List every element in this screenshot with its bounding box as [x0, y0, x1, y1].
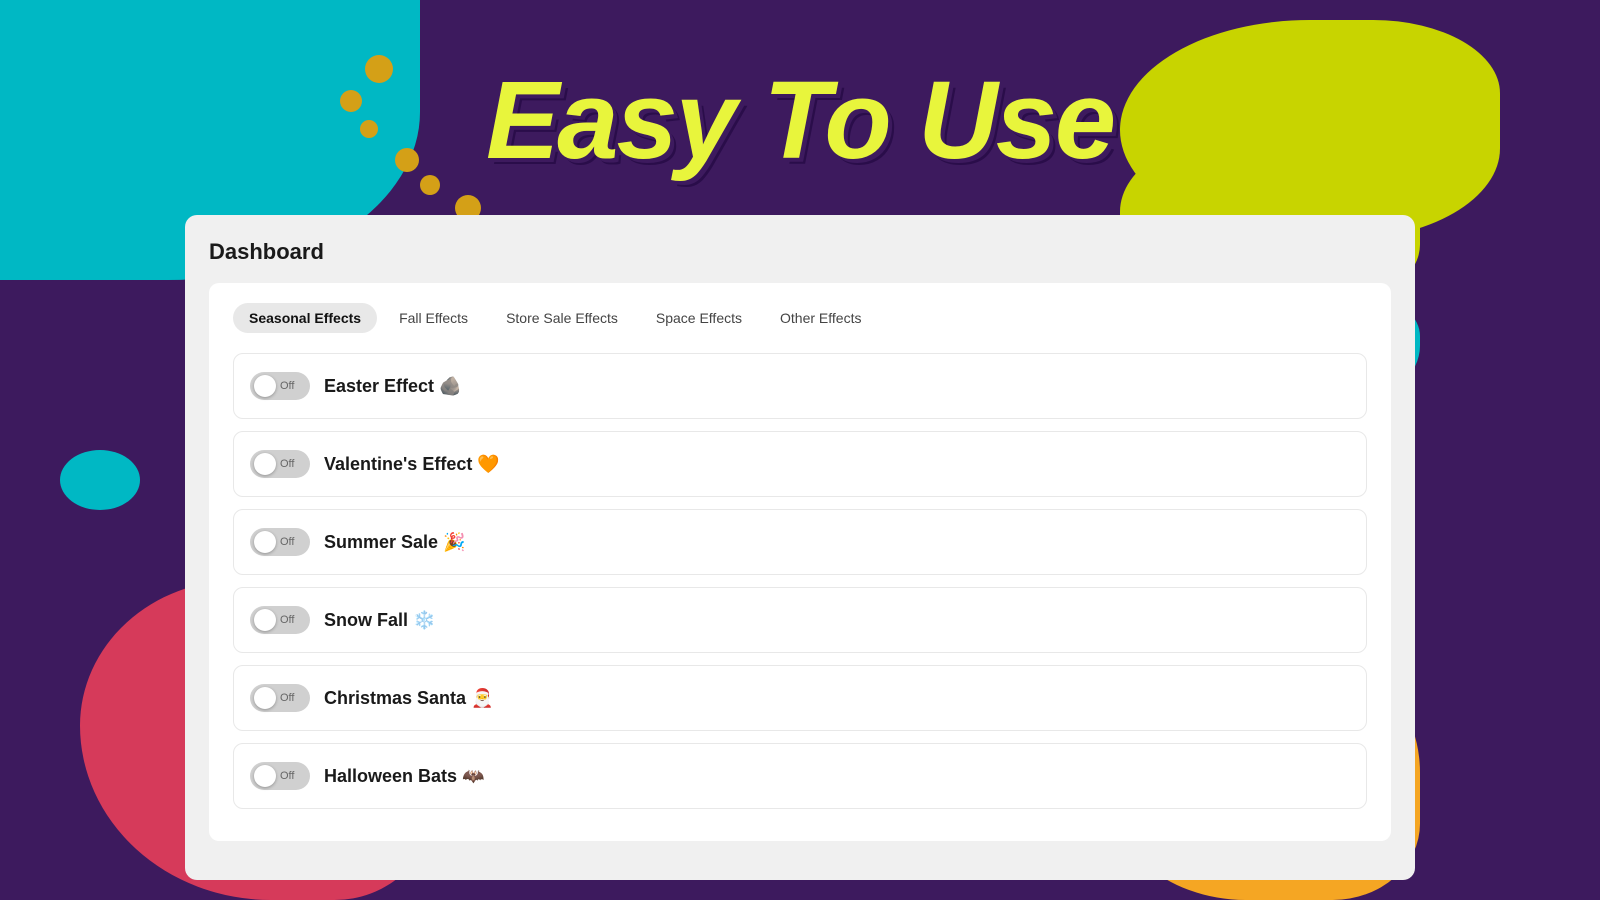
effect-row-snow-fall: Off Snow Fall ❄️	[233, 587, 1367, 653]
toggle-christmas-santa[interactable]: Off	[250, 684, 310, 712]
toggle-knob-christmas-santa	[254, 687, 276, 709]
toggle-label-summer-sale: Off	[280, 536, 294, 548]
effects-card: Seasonal Effects Fall Effects Store Sale…	[209, 283, 1391, 841]
effect-name-summer-sale: Summer Sale 🎉	[324, 532, 465, 553]
hero-title: Easy To Use	[486, 57, 1114, 184]
toggle-label-snow-fall: Off	[280, 614, 294, 626]
toggle-knob-easter	[254, 375, 276, 397]
tab-store-sale-effects[interactable]: Store Sale Effects	[490, 303, 634, 333]
toggle-label-valentines: Off	[280, 458, 294, 470]
tabs-container: Seasonal Effects Fall Effects Store Sale…	[233, 303, 1367, 333]
toggle-knob-summer-sale	[254, 531, 276, 553]
effect-name-valentines: Valentine's Effect 🧡	[324, 454, 500, 475]
effect-name-snow-fall: Snow Fall ❄️	[324, 610, 435, 631]
toggle-snow-fall[interactable]: Off	[250, 606, 310, 634]
dashboard-panel: Dashboard Seasonal Effects Fall Effects …	[185, 215, 1415, 880]
bg-blob-teal-left-mid	[60, 450, 140, 510]
toggle-label-halloween-bats: Off	[280, 770, 294, 782]
toggle-summer-sale[interactable]: Off	[250, 528, 310, 556]
effect-name-halloween-bats: Halloween Bats 🦇	[324, 766, 484, 787]
toggle-knob-halloween-bats	[254, 765, 276, 787]
toggle-easter[interactable]: Off	[250, 372, 310, 400]
effects-list: Off Easter Effect 🪨 Off Valentine's Effe…	[233, 353, 1367, 809]
effect-row-summer-sale: Off Summer Sale 🎉	[233, 509, 1367, 575]
toggle-valentines[interactable]: Off	[250, 450, 310, 478]
tab-space-effects[interactable]: Space Effects	[640, 303, 758, 333]
effect-name-easter: Easter Effect 🪨	[324, 376, 461, 397]
toggle-label-christmas-santa: Off	[280, 692, 294, 704]
toggle-knob-snow-fall	[254, 609, 276, 631]
effect-row-easter: Off Easter Effect 🪨	[233, 353, 1367, 419]
effect-name-christmas-santa: Christmas Santa 🎅	[324, 688, 493, 709]
effect-row-christmas-santa: Off Christmas Santa 🎅	[233, 665, 1367, 731]
tab-fall-effects[interactable]: Fall Effects	[383, 303, 484, 333]
dashboard-title: Dashboard	[209, 239, 1391, 265]
effect-row-valentines: Off Valentine's Effect 🧡	[233, 431, 1367, 497]
tab-seasonal-effects[interactable]: Seasonal Effects	[233, 303, 377, 333]
tab-other-effects[interactable]: Other Effects	[764, 303, 877, 333]
toggle-halloween-bats[interactable]: Off	[250, 762, 310, 790]
toggle-knob-valentines	[254, 453, 276, 475]
hero: Easy To Use	[0, 0, 1600, 240]
toggle-label-easter: Off	[280, 380, 294, 392]
effect-row-halloween-bats: Off Halloween Bats 🦇	[233, 743, 1367, 809]
